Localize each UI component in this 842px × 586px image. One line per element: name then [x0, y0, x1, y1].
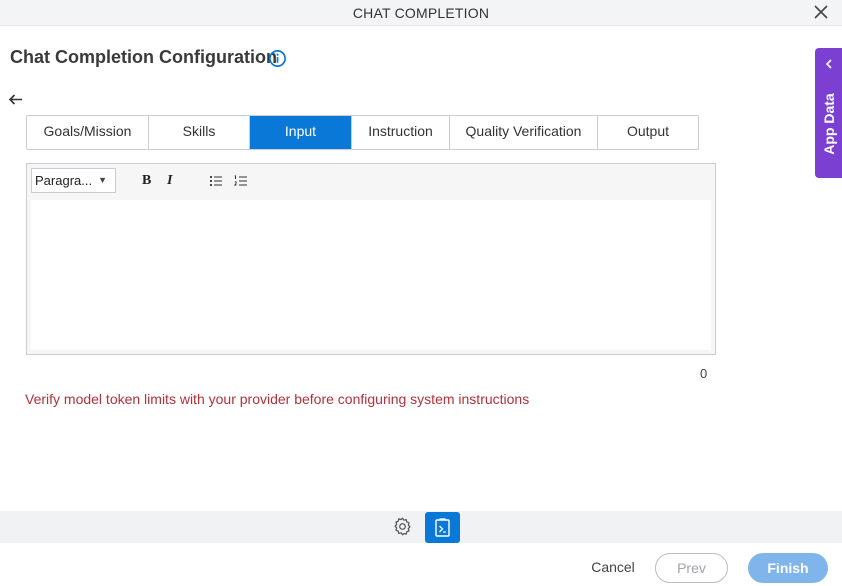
page-title: Chat Completion Configuration — [10, 47, 277, 67]
document-button[interactable] — [425, 512, 460, 543]
tab-input[interactable]: Input — [250, 116, 352, 149]
cancel-button[interactable]: Cancel — [584, 559, 642, 577]
numbered-list-icon[interactable] — [233, 173, 249, 189]
finish-button[interactable]: Finish — [748, 553, 828, 583]
rich-text-editor: Paragra... ▼ B I — [26, 163, 716, 355]
app-data-panel-toggle[interactable]: App Data — [815, 48, 842, 178]
title-bar: CHAT COMPLETION — [0, 0, 842, 26]
gear-icon[interactable] — [392, 516, 413, 537]
tab-instruction[interactable]: Instruction — [352, 116, 450, 149]
close-icon[interactable] — [812, 3, 830, 21]
window-title: CHAT COMPLETION — [352, 5, 490, 21]
tab-output[interactable]: Output — [598, 116, 698, 149]
bottom-utility-bar — [0, 511, 842, 543]
editor-content-area[interactable] — [31, 200, 711, 350]
character-count: 0 — [700, 366, 708, 381]
tab-goals-mission[interactable]: Goals/Mission — [27, 116, 149, 149]
back-arrow-icon[interactable] — [7, 92, 24, 107]
paragraph-format-value: Paragra... — [35, 173, 93, 188]
prev-button[interactable]: Prev — [655, 553, 728, 583]
tab-quality-verification[interactable]: Quality Verification — [450, 116, 598, 149]
document-icon — [435, 518, 450, 537]
editor-toolbar: Paragra... ▼ B I — [31, 168, 711, 198]
tab-skills[interactable]: Skills — [149, 116, 250, 149]
token-limit-warning: Verify model token limits with your prov… — [25, 391, 530, 407]
info-icon[interactable] — [268, 49, 287, 68]
config-tabs: Goals/Mission Skills Input Instruction Q… — [26, 115, 699, 150]
dropdown-caret-icon: ▼ — [98, 175, 107, 185]
app-data-label: App Data — [821, 93, 837, 155]
bullet-list-icon[interactable] — [208, 173, 224, 189]
chevron-left-icon — [825, 59, 832, 69]
paragraph-format-select[interactable]: Paragra... ▼ — [31, 168, 116, 193]
italic-button[interactable]: I — [167, 173, 183, 189]
bold-button[interactable]: B — [142, 173, 158, 189]
